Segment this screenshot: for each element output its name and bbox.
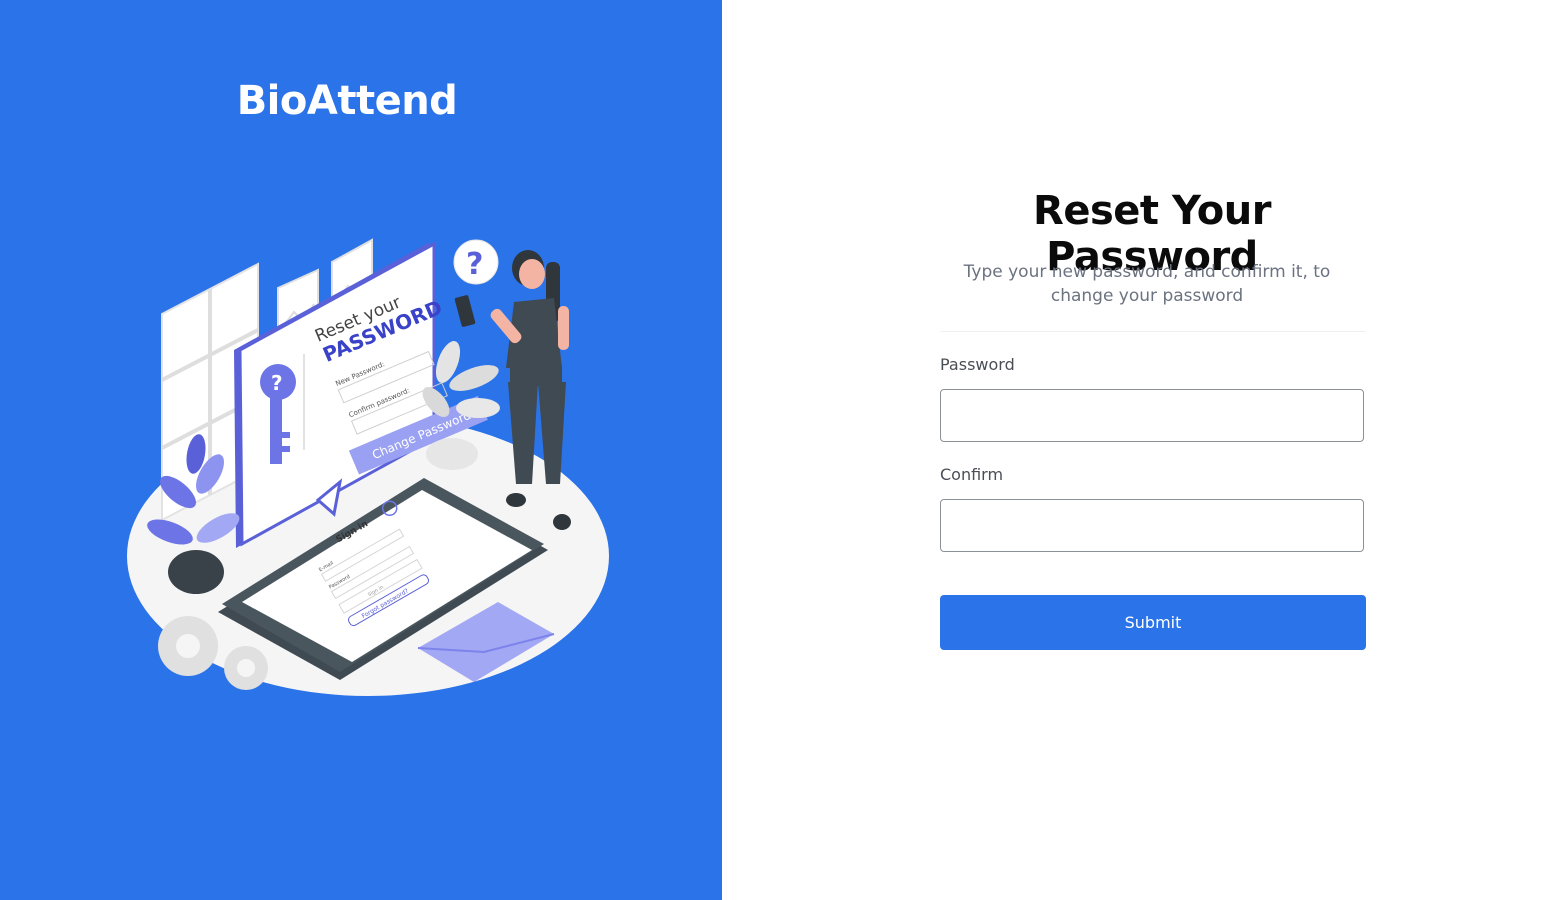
submit-button[interactable]: Submit (940, 595, 1366, 650)
reset-password-panel: Reset Your Password Type your new passwo… (722, 0, 1546, 900)
key-question-mark: ? (271, 371, 283, 395)
divider (940, 331, 1366, 332)
reset-password-illustration: ? Reset your PASSWORD New Password: Conf… (127, 238, 609, 696)
question-bubble-icon: ? (453, 239, 499, 285)
page-subtitle: Type your new password, and confirm it, … (963, 262, 1331, 306)
confirm-password-field[interactable] (940, 499, 1364, 552)
password-field[interactable] (940, 389, 1364, 442)
bubble-question-mark: ? (466, 247, 483, 282)
confirm-label: Confirm (940, 465, 1004, 484)
left-brand-panel: BioAttend ? Reset your PASSWORD New Pass… (0, 0, 722, 900)
brand-logo-text: BioAttend (236, 78, 458, 124)
password-label: Password (940, 355, 1015, 374)
